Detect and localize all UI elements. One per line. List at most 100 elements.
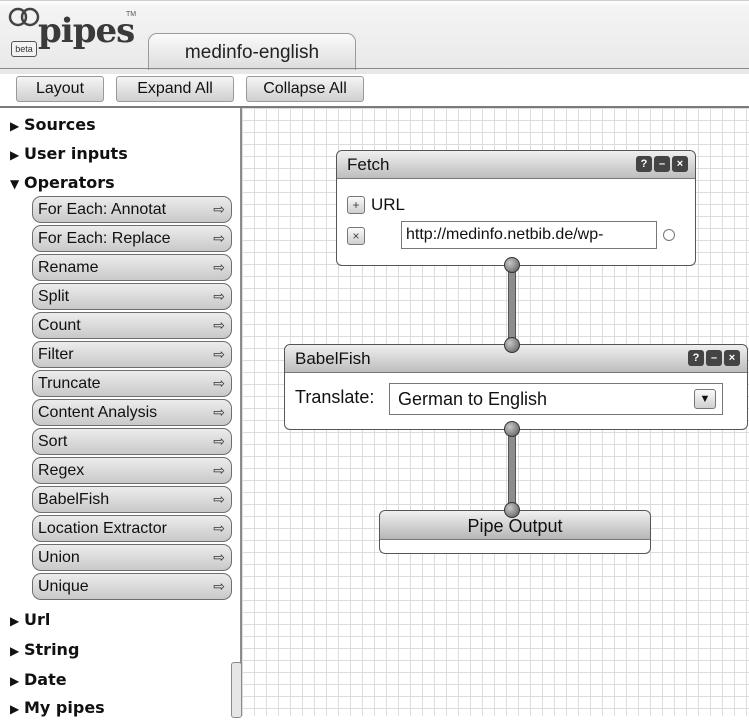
collapsed-arrow-icon: ▶ [10,674,20,688]
category-user-inputs[interactable]: ▶ User inputs [10,142,128,166]
module-label: Rename [38,259,99,276]
close-icon[interactable]: × [724,350,740,366]
category-label: String [24,640,80,659]
module-label: Truncate [38,375,101,392]
add-module-icon[interactable]: ⇨ [213,255,225,280]
module-label: Filter [38,346,74,363]
close-icon[interactable]: × [672,156,688,172]
category-sources[interactable]: ▶ Sources [10,113,96,137]
module-rename[interactable]: Rename ⇨ [32,254,232,281]
category-label: Operators [24,173,115,192]
module-union[interactable]: Union ⇨ [32,544,232,571]
category-label: Date [24,670,67,689]
add-module-icon[interactable]: ⇨ [213,400,225,425]
logo-text: pipes [38,11,135,51]
module-split[interactable]: Split ⇨ [32,283,232,310]
url-input-terminal[interactable] [663,229,675,241]
wire-fetch-to-babelfish[interactable] [508,264,516,346]
translate-label: Translate: [295,387,375,407]
module-label: Count [38,317,81,334]
fetch-module[interactable]: Fetch ? – × + URL × http://medinfo.netbib.… [336,150,696,266]
fetch-module-titlebar[interactable]: Fetch ? – × [337,151,695,179]
tab-pipe-name[interactable]: medinfo-english [148,33,356,70]
layout-button[interactable]: Layout [16,76,104,102]
help-icon[interactable]: ? [636,156,652,172]
module-content-analysis[interactable]: Content Analysis ⇨ [32,399,232,426]
module-label: For Each: Replace [38,230,171,247]
add-module-icon[interactable]: ⇨ [213,197,225,222]
add-module-icon[interactable]: ⇨ [213,429,225,454]
module-label: Content Analysis [38,404,158,421]
remove-url-icon[interactable]: × [347,227,365,245]
module-sort[interactable]: Sort ⇨ [32,428,232,455]
add-module-icon[interactable]: ⇨ [213,371,225,396]
collapsed-arrow-icon: ▶ [10,614,20,628]
module-label: Union [38,549,80,566]
chevron-down-icon[interactable]: ▼ [694,389,716,409]
module-count[interactable]: Count ⇨ [32,312,232,339]
module-for-each-annotate[interactable]: For Each: Annotat ⇨ [32,196,232,223]
category-label: Url [24,610,51,629]
category-label: Sources [24,115,96,134]
category-operators[interactable]: ▼ Operators [10,171,115,195]
beta-badge: beta [11,41,37,57]
module-label: For Each: Annotat [38,201,167,218]
module-regex[interactable]: Regex ⇨ [32,457,232,484]
babelfish-module[interactable]: BabelFish ? – × Translate: German to Engli… [284,344,748,430]
add-url-icon[interactable]: + [347,196,365,214]
babelfish-input-terminal[interactable] [504,337,520,353]
add-module-icon[interactable]: ⇨ [213,574,225,599]
module-label: Unique [38,578,89,595]
module-location-extractor[interactable]: Location Extractor ⇨ [32,515,232,542]
category-url[interactable]: ▶ Url [10,608,50,632]
category-my-pipes[interactable]: ▶ My pipes [10,696,105,720]
help-icon[interactable]: ? [688,350,704,366]
add-module-icon[interactable]: ⇨ [213,226,225,251]
fetch-output-terminal[interactable] [504,257,520,273]
expand-all-button[interactable]: Expand All [116,76,234,102]
wire-babelfish-to-output[interactable] [508,428,516,512]
header: pipes beta TM medinfo-english [0,0,749,74]
module-label: Regex [38,462,85,479]
collapsed-arrow-icon: ▶ [10,148,20,162]
babelfish-module-title: BabelFish [295,349,371,368]
add-module-icon[interactable]: ⇨ [213,487,225,512]
translate-select[interactable]: German to English ▼ [389,383,723,415]
url-input[interactable]: http://medinfo.netbib.de/wp- [401,221,657,249]
add-module-icon[interactable]: ⇨ [213,342,225,367]
minimize-icon[interactable]: – [654,156,670,172]
babelfish-output-terminal[interactable] [504,421,520,437]
collapse-all-button[interactable]: Collapse All [246,76,364,102]
category-label: My pipes [24,698,105,717]
module-label: Split [38,288,70,305]
module-label: Sort [38,433,68,450]
toolbar-divider [0,68,749,69]
category-label: User inputs [24,144,128,163]
category-string[interactable]: ▶ String [10,638,79,662]
translate-select-value: German to English [398,389,548,409]
add-module-icon[interactable]: ⇨ [213,284,225,309]
expanded-arrow-icon: ▼ [10,177,20,191]
add-module-icon[interactable]: ⇨ [213,545,225,570]
trademark: TM [126,11,137,18]
fetch-module-title: Fetch [347,155,390,174]
pipes-logo-icon [8,7,40,27]
module-label: Location Extractor [38,520,167,537]
collapsed-arrow-icon: ▶ [10,644,20,658]
module-truncate[interactable]: Truncate ⇨ [32,370,232,397]
collapsed-arrow-icon: ▶ [10,702,20,716]
sidebar-scrollbar[interactable] [231,662,242,718]
add-module-icon[interactable]: ⇨ [213,458,225,483]
minimize-icon[interactable]: – [706,350,722,366]
module-for-each-replace[interactable]: For Each: Replace ⇨ [32,225,232,252]
add-module-icon[interactable]: ⇨ [213,516,225,541]
add-module-icon[interactable]: ⇨ [213,313,225,338]
module-unique[interactable]: Unique ⇨ [32,573,232,600]
pipes-logo[interactable]: pipes beta TM [8,7,138,59]
module-label: BabelFish [38,491,110,508]
category-date[interactable]: ▶ Date [10,668,67,692]
module-babelfish[interactable]: BabelFish ⇨ [32,486,232,513]
pipe-output-input-terminal[interactable] [504,502,520,518]
pipe-editor-canvas[interactable]: Fetch ? – × + URL × http://medinfo.netbib.… [242,108,749,716]
module-filter[interactable]: Filter ⇨ [32,341,232,368]
